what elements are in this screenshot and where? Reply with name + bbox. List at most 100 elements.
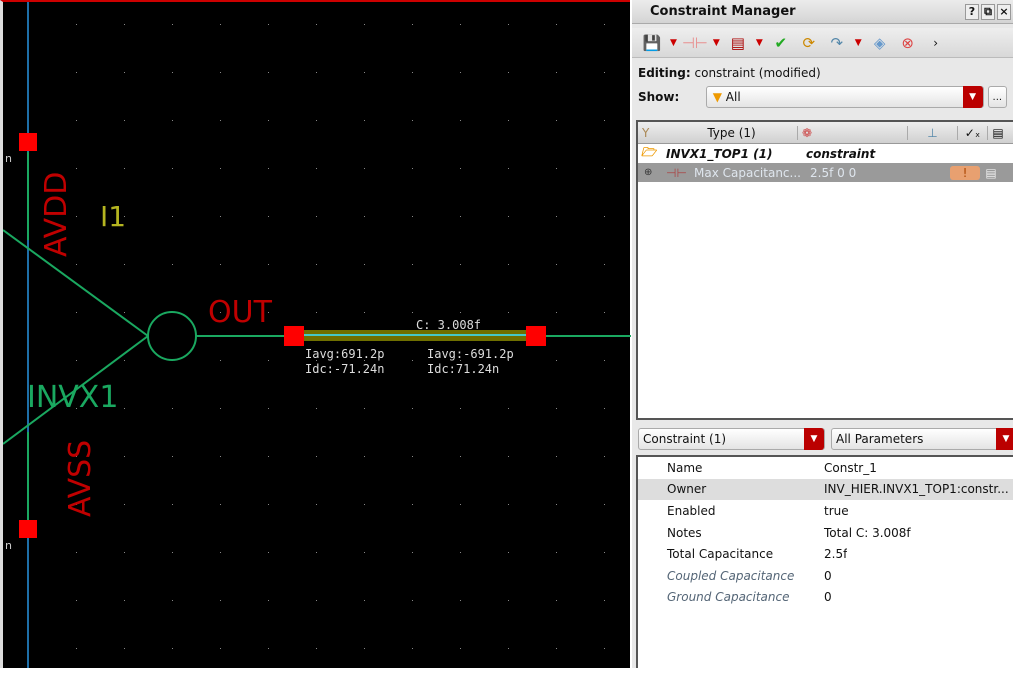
notes-icon: ▤ [992,125,1004,140]
grid-dot [556,312,557,313]
grid-dot [124,456,125,457]
chevron-down-icon[interactable]: ▼ [962,86,983,108]
grid-dot [220,72,221,73]
property-row[interactable]: Total Capacitance 2.5f [638,543,1013,565]
property-row[interactable]: Notes Total C: 3.008f [638,522,1013,544]
chevron-down-icon[interactable]: ▼ [756,38,763,48]
grid-dot [460,168,461,169]
grid-dot [76,264,77,265]
chevron-down-icon[interactable]: ▼ [713,38,720,48]
grid-dot [268,504,269,505]
panel-title: Constraint Manager [650,4,796,19]
grid-dot [460,600,461,601]
help-button[interactable]: ? [965,3,979,20]
grid-dot [412,72,413,73]
grid-dot [268,456,269,457]
property-row[interactable]: Name Constr_1 [638,457,1013,479]
grid-dot [604,264,605,265]
cell-name: INVX1 [27,380,119,415]
show-filter-select[interactable]: ▼ All ▼ [705,86,984,108]
inverter-top-edge [3,229,149,337]
grid-dot [604,24,605,25]
property-key: Name [667,460,703,475]
grid-dot [124,600,125,601]
grid-dot [316,648,317,649]
float-button[interactable]: ⧉ [981,3,995,20]
grid-dot [316,264,317,265]
grid-dot [172,24,173,25]
net-pin-left[interactable] [284,326,304,346]
route-icon[interactable]: ↷ [827,33,847,53]
check-icon[interactable]: ✔ [771,33,791,53]
grid-dot [604,600,605,601]
grid-dot [76,72,77,73]
grid-dot [604,360,605,361]
grid-dot [508,72,509,73]
avss-pin[interactable] [19,520,37,538]
item-name: Max Capacitanc... [694,165,801,180]
grid-dot [124,504,125,505]
grid-dot [268,360,269,361]
more-button[interactable]: ... [987,86,1007,108]
tree-group-row[interactable]: 🗁 INVX1_TOP1 (1) constraint [638,144,1013,163]
grid-dot [268,168,269,169]
property-row[interactable]: Ground Capacitance 0 [638,587,1013,609]
property-row[interactable]: Enabled true [638,500,1013,522]
grid-dot [316,456,317,457]
save-icon[interactable]: 💾 [642,33,662,53]
grid-dot [460,504,461,505]
constraint-group-icon: ❁ [798,125,908,140]
grid-dot [172,216,173,217]
grid-dot [556,264,557,265]
chevron-down-icon[interactable]: ▼ [804,428,824,450]
tree-item-row[interactable]: ⊕ ⊣⊢ Max Capacitanc... 2.5f 0 0 ! ▤ [638,163,1013,182]
grid-dot [268,72,269,73]
grid-dot [76,120,77,121]
sync-icon[interactable]: ⟳ [799,33,819,53]
notes-icon: ▤ [985,165,997,180]
chevron-down-icon[interactable]: ▼ [996,428,1013,450]
select-icon[interactable]: ◈ [870,33,890,53]
chevron-down-icon[interactable]: ▼ [855,38,862,48]
overflow-icon[interactable]: › [926,33,946,53]
grid-dot [172,120,173,121]
grid-dot [220,456,221,457]
grid-dot [364,216,365,217]
capacitor-constraint-icon[interactable]: ⊣⊢ [682,33,708,53]
grid-dot [460,312,461,313]
grid-dot [172,408,173,409]
grid-dot [604,168,605,169]
column-type[interactable]: Type (1) [666,125,798,140]
grid-dot [268,552,269,553]
grid-dot [412,408,413,409]
close-button[interactable]: × [997,3,1011,20]
grid-dot [172,600,173,601]
grid-dot [124,72,125,73]
constraint-table-icon[interactable]: ▤ [728,33,748,53]
grid-dot [412,168,413,169]
constraint-tree[interactable]: Y Type (1) ❁ ⊥ ✓ₓ ▤ 🗁 INVX1_TOP1 (1) con… [636,120,1013,420]
schematic-canvas[interactable]: n n AVDD I1 OUT INVX1 AVSS C: 3.008f Iav… [0,0,631,668]
property-value: Constr_1 [824,460,877,475]
property-row[interactable]: Coupled Capacitance 0 [638,565,1013,587]
net-pin-right[interactable] [526,326,546,346]
grid-dot [460,648,461,649]
grid-dot [556,504,557,505]
expand-icon[interactable]: ⊕ [638,167,666,178]
grid-dot [268,648,269,649]
grid-dot [508,552,509,553]
avdd-pin[interactable] [19,133,37,151]
property-row[interactable]: Owner INV_HIER.INVX1_TOP1:constr... [638,478,1013,501]
grid-dot [556,552,557,553]
delete-icon[interactable]: ⊗ [898,33,918,53]
grid-dot [172,504,173,505]
parameter-select[interactable]: All Parameters ▼ [831,428,1013,450]
constraint-select[interactable]: Constraint (1) ▼ [638,428,825,450]
property-key: Total Capacitance [667,547,774,562]
grid-dot [556,360,557,361]
grid-dot [172,168,173,169]
property-value: 0 [824,590,832,605]
grid-dot [556,456,557,457]
grid-dot [124,360,125,361]
chevron-down-icon[interactable]: ▼ [670,38,677,48]
